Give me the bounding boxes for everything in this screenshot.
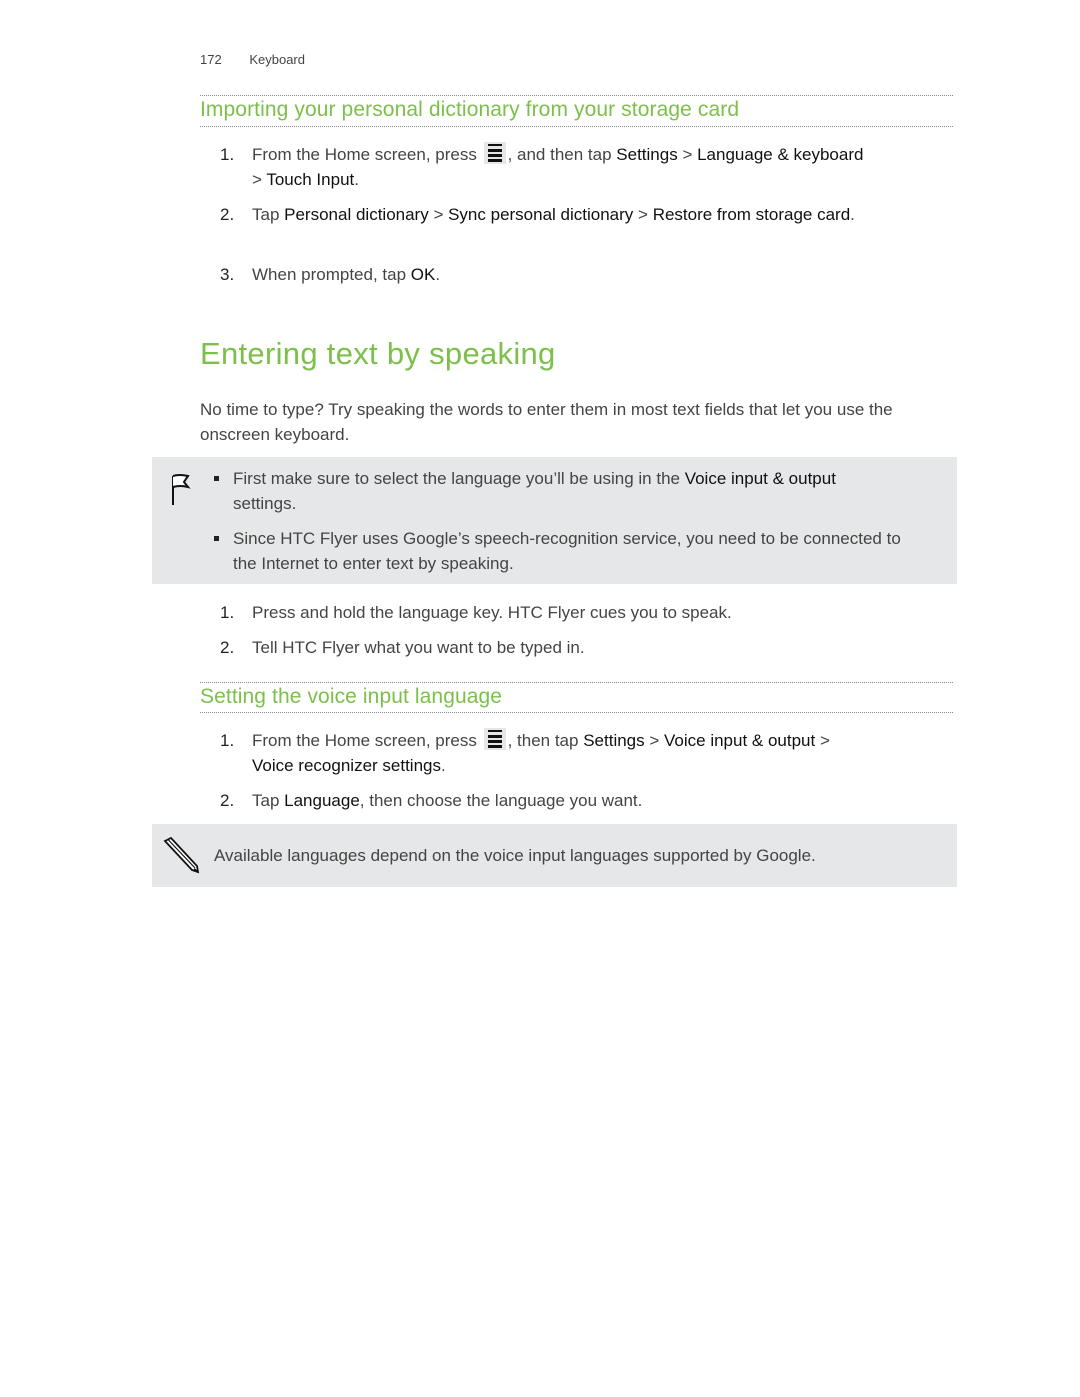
divider bbox=[200, 682, 953, 683]
ui-term: Touch Input bbox=[266, 170, 355, 189]
ui-term: Personal dictionary bbox=[284, 205, 429, 224]
step-number: 2. bbox=[220, 791, 235, 810]
divider bbox=[200, 95, 953, 96]
divider bbox=[200, 712, 953, 713]
page-header: 172 Keyboard bbox=[200, 52, 305, 67]
flag-icon bbox=[172, 474, 191, 505]
menu-icon bbox=[483, 728, 506, 750]
note-box: Available languages depend on the voice … bbox=[152, 824, 957, 887]
ui-term: OK bbox=[410, 265, 436, 284]
divider bbox=[200, 126, 953, 127]
ui-term: Voice recognizer settings bbox=[252, 756, 441, 775]
intro-paragraph: No time to type? Try speaking the words … bbox=[200, 400, 893, 444]
list-item: 1. From the Home screen, press , then ta… bbox=[200, 728, 960, 778]
ui-term: Language bbox=[284, 791, 360, 810]
step-number: 2. bbox=[220, 638, 235, 657]
list-item: 2. Tell HTC Flyer what you want to be ty… bbox=[200, 635, 960, 660]
step-number: 1. bbox=[220, 603, 235, 622]
list-item: 2. Tap Personal dictionary > Sync person… bbox=[200, 202, 960, 227]
menu-icon bbox=[483, 142, 506, 164]
step-number: 1. bbox=[220, 145, 235, 164]
list-item: 3. When prompted, tap OK. bbox=[200, 262, 960, 287]
bullet-icon bbox=[214, 476, 219, 481]
tip-bullet: Since HTC Flyer uses Google’s speech-rec… bbox=[214, 526, 913, 576]
ui-term: Settings bbox=[583, 731, 645, 750]
step-number: 2. bbox=[220, 205, 235, 224]
page-title: Entering text by speaking bbox=[200, 336, 556, 371]
ui-term: Restore from storage card bbox=[652, 205, 851, 224]
ui-term: Language & keyboard bbox=[697, 145, 864, 164]
step-number: 3. bbox=[220, 265, 235, 284]
section-heading-voice-language: Setting the voice input language bbox=[200, 685, 503, 708]
tip-box: First make sure to select the language y… bbox=[152, 457, 957, 584]
chapter-name: Keyboard bbox=[249, 52, 305, 67]
ui-term: Voice input & output bbox=[664, 731, 816, 750]
section-heading-import: Importing your personal dictionary from … bbox=[200, 98, 740, 121]
ui-term: Sync personal dictionary bbox=[448, 205, 634, 224]
ui-term: Voice input & output bbox=[684, 469, 836, 488]
tip-bullet: First make sure to select the language y… bbox=[214, 466, 913, 516]
list-item: 2. Tap Language, then choose the languag… bbox=[200, 788, 960, 813]
step-number: 1. bbox=[220, 731, 235, 750]
page-number: 172 bbox=[200, 52, 222, 67]
note-text: Available languages depend on the voice … bbox=[214, 846, 816, 865]
pencil-icon bbox=[163, 836, 200, 874]
list-item: 1. From the Home screen, press , and the… bbox=[200, 142, 960, 192]
bullet-icon bbox=[214, 536, 219, 541]
list-item: 1. Press and hold the language key. HTC … bbox=[200, 600, 960, 625]
ui-term: Settings bbox=[616, 145, 678, 164]
